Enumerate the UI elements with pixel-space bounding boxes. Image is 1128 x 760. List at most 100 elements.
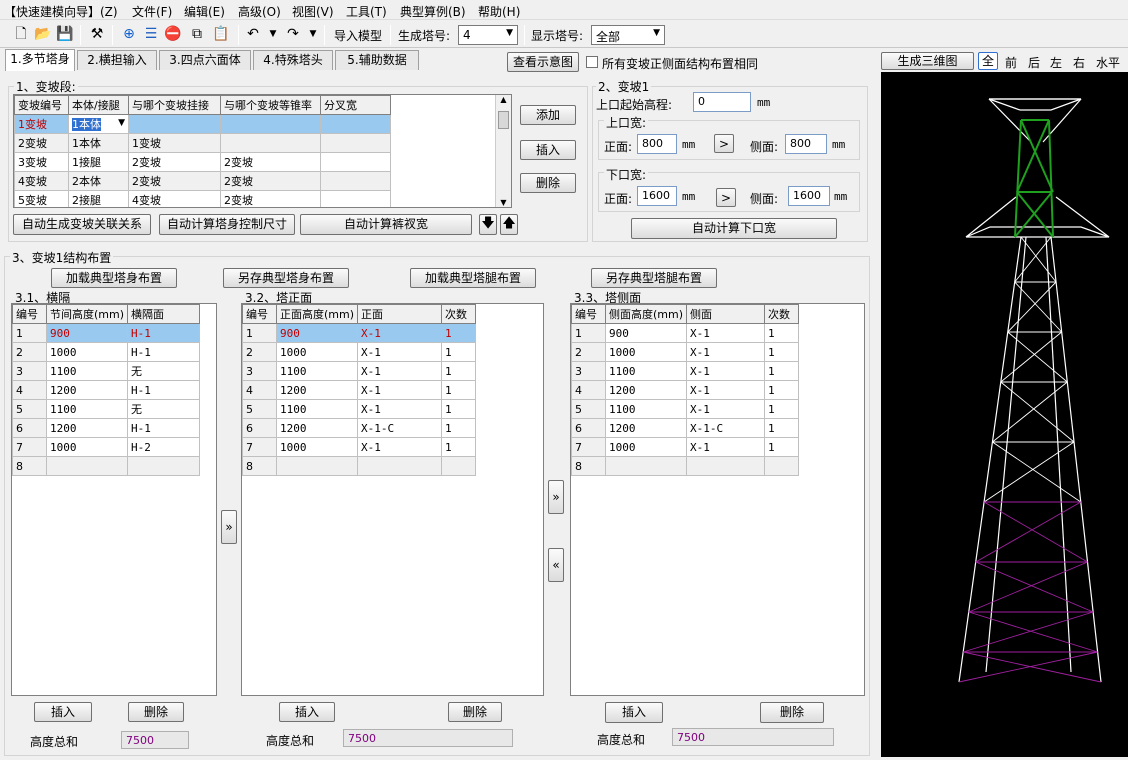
view-all-button[interactable]: 全	[978, 52, 998, 70]
tab-special-head[interactable]: 4.特殊塔头	[253, 50, 333, 70]
undo-dropdown-icon[interactable]: ▼	[264, 25, 282, 43]
tower-member	[958, 651, 1098, 683]
auto-calc-leg-width-button[interactable]: 自动计算裤衩宽	[300, 214, 472, 235]
menu-advanced[interactable]: 高级(O)	[238, 3, 281, 20]
tower-3d-canvas[interactable]	[881, 72, 1128, 757]
auto-gen-relation-button[interactable]: 自动生成变坡关联关系	[13, 214, 151, 235]
scroll-up-icon[interactable]: ▲	[496, 95, 511, 104]
sub1-grid[interactable]: 编号 节间高度(mm) 横隔面 1 900 H-1 2 1000 H-1 3 1100 无 41…	[11, 303, 217, 696]
import-model-button[interactable]: 导入模型	[334, 27, 382, 44]
gen-tower-label: 生成塔号:	[398, 29, 451, 43]
insert-row-button[interactable]: 插入	[605, 702, 663, 723]
delete-row-button[interactable]: 删除	[448, 702, 502, 722]
auto-calc-bottom-width-button[interactable]: 自动计算下口宽	[631, 218, 837, 239]
save-body-layout-button[interactable]: 另存典型塔身布置	[223, 268, 349, 288]
sub3-grid[interactable]: 编号 侧面高度(mm) 侧面 次数 1 900 X-1 1 2 1000 X-1 1 3 1100 X…	[570, 303, 865, 696]
menu-bar: 【快速建模向导】(Z) 文件(F) 编辑(E) 高级(O) 视图(V) 工具(T…	[0, 0, 1128, 20]
load-body-layout-button[interactable]: 加载典型塔身布置	[51, 268, 177, 288]
bottom-side-input[interactable]: 1600	[788, 186, 830, 206]
col-header: 本体/接腿	[68, 95, 129, 115]
col-header: 编号	[242, 304, 277, 324]
insert-row-button[interactable]: 插入	[34, 702, 92, 722]
save-icon[interactable]: 💾	[56, 25, 74, 43]
copy-front-to-side-button[interactable]: >	[716, 188, 736, 207]
view-front-button[interactable]: 前	[1005, 54, 1017, 71]
side-label: 侧面:	[750, 192, 779, 206]
delete-slope-button[interactable]: 删除	[520, 173, 576, 193]
new-file-icon[interactable]: 🗋	[12, 25, 30, 43]
gen-tower-select[interactable]: 4 ▼	[458, 25, 518, 45]
tab-crossarm[interactable]: 2.横担输入	[77, 50, 157, 70]
delete-row-button[interactable]: 删除	[760, 702, 824, 723]
copy-icon[interactable]: ⧉	[188, 25, 206, 43]
view-horizontal-button[interactable]: 水平	[1096, 54, 1120, 71]
scroll-down-icon[interactable]: ▼	[496, 198, 511, 207]
table-row: 6 1200 X-1-C 1	[571, 418, 800, 438]
same-layout-checkbox[interactable]	[586, 56, 598, 68]
move-up-button[interactable]: 🡅	[500, 214, 518, 235]
paste-icon[interactable]: 📋	[212, 25, 230, 43]
table-row: 8	[12, 456, 201, 476]
view-right-button[interactable]: 右	[1073, 54, 1085, 71]
insert-row-button[interactable]: 插入	[279, 702, 335, 722]
table-row: 3 1100 X-1 1	[571, 361, 800, 381]
table-row: 5 1100 无	[12, 399, 201, 419]
bottom-front-input[interactable]: 1600	[637, 186, 677, 206]
load-leg-layout-button[interactable]: 加载典型塔腿布置	[410, 268, 536, 288]
scrollbar[interactable]: ▲ ▼	[495, 95, 511, 207]
save-leg-layout-button[interactable]: 另存典型塔腿布置	[591, 268, 717, 288]
top-side-input[interactable]: 800	[785, 134, 827, 154]
viewer-panel: 生成三维图 全 前 后 左 右 水平	[878, 50, 1128, 757]
tab-four-point[interactable]: 3.四点六面体	[159, 50, 251, 70]
menu-tools[interactable]: 工具(T)	[346, 3, 387, 20]
redo-dropdown-icon[interactable]: ▼	[304, 25, 322, 43]
stop-icon[interactable]: ⛔	[164, 25, 182, 43]
align-icon[interactable]: ☰	[142, 25, 160, 43]
menu-view[interactable]: 视图(V)	[292, 3, 334, 20]
menu-help[interactable]: 帮助(H)	[478, 3, 520, 20]
col-header: 正面	[357, 304, 443, 324]
col-header: 侧面高度(mm)	[604, 304, 688, 324]
table-row: 3 1100 无	[12, 361, 201, 381]
tab-multi-section-body[interactable]: 1.多节塔身	[5, 49, 75, 71]
move-down-button[interactable]: 🡇	[479, 214, 497, 235]
generate-3d-button[interactable]: 生成三维图	[881, 52, 974, 70]
copy-left-button[interactable]: «	[548, 548, 564, 582]
height-sum-label: 高度总和	[30, 735, 79, 749]
table-row: 7 1000 H-2	[12, 437, 201, 457]
scroll-thumb[interactable]	[498, 111, 509, 129]
start-elevation-input[interactable]: 0	[693, 92, 751, 112]
menu-file[interactable]: 文件(F)	[132, 3, 172, 20]
show-tower-select[interactable]: 全部 ▼	[591, 25, 665, 45]
table-row: 8	[242, 456, 477, 476]
tower-member	[1000, 381, 1075, 443]
copy-right-button[interactable]: »	[221, 510, 237, 544]
copy-front-to-side-button[interactable]: >	[714, 134, 734, 153]
menu-edit[interactable]: 编辑(E)	[184, 3, 225, 20]
slope-grid[interactable]: 变坡编号 本体/接腿 与哪个变坡挂接 与哪个变坡等锥率 分叉宽 1变坡 1本体 ▼…	[13, 94, 512, 208]
col-header: 次数	[441, 304, 477, 324]
front-label: 正面:	[604, 140, 633, 154]
view-back-button[interactable]: 后	[1028, 54, 1040, 71]
insert-slope-button[interactable]: 插入	[520, 140, 576, 160]
copy-right-button[interactable]: »	[548, 480, 564, 514]
body-leg-select[interactable]: 1本体 ▼	[68, 114, 129, 134]
open-folder-icon[interactable]: 📂	[34, 25, 52, 43]
auto-calc-size-button[interactable]: 自动计算塔身控制尺寸	[159, 214, 295, 235]
add-circle-icon[interactable]: ⊕	[120, 25, 138, 43]
add-slope-button[interactable]: 添加	[520, 105, 576, 125]
delete-row-button[interactable]: 删除	[128, 702, 184, 722]
undo-icon[interactable]: ↶	[244, 25, 262, 43]
menu-quick-build[interactable]: 【快速建模向导】(Z)	[4, 3, 118, 20]
view-left-button[interactable]: 左	[1050, 54, 1062, 71]
tower-tool-icon[interactable]: ⚒	[88, 25, 106, 43]
menu-examples[interactable]: 典型算例(B)	[400, 3, 466, 20]
top-front-input[interactable]: 800	[637, 134, 677, 154]
view-schematic-button[interactable]: 查看示意图	[507, 52, 579, 72]
side-label: 侧面:	[750, 140, 779, 154]
sub2-grid[interactable]: 编号 正面高度(mm) 正面 次数 1 900 X-1 1 2 1000 X-1 1 3 1100 X…	[241, 303, 544, 696]
col-header: 编号	[571, 304, 606, 324]
redo-icon[interactable]: ↷	[284, 25, 302, 43]
tab-aux-data[interactable]: 5.辅助数据	[335, 50, 419, 70]
show-tower-label: 显示塔号:	[531, 29, 584, 43]
